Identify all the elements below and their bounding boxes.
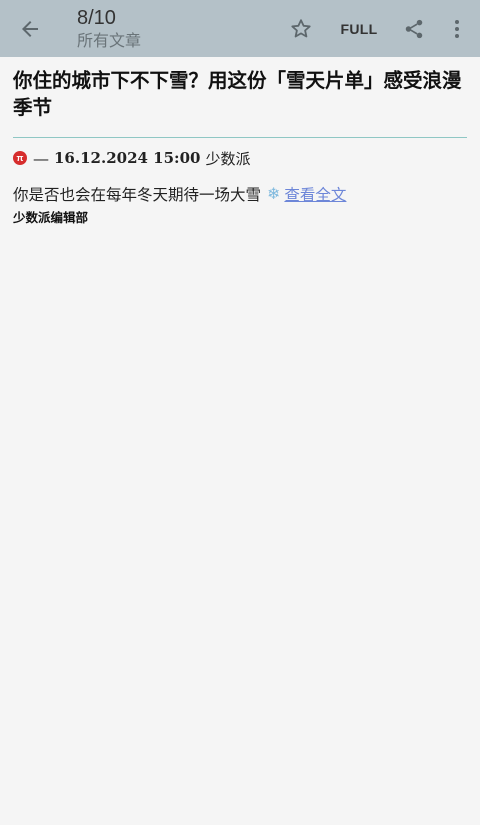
favorite-button[interactable] — [278, 0, 324, 57]
share-icon — [405, 19, 423, 38]
star-outline-icon — [291, 18, 311, 37]
article-author: 少数派编辑部 — [13, 211, 89, 225]
snowflake-icon: ❄ — [267, 186, 281, 203]
feed-filter-label: 所有文章 — [77, 32, 142, 50]
title-divider — [13, 137, 467, 138]
arrow-back-icon — [22, 20, 38, 37]
app-bar: 8/10 所有文章 FULL — [0, 0, 480, 57]
article-datetime: 16.12.2024 15:00 — [54, 149, 201, 167]
read-more-link[interactable]: 查看全文 — [284, 183, 346, 205]
article-meta: π — 16.12.2024 15:00 少数派 — [13, 147, 250, 169]
share-button[interactable] — [394, 0, 434, 57]
article-title: 你住的城市下不下雪？用这份「雪天片单」感受浪漫季节 — [13, 70, 462, 119]
feed-icon: π — [13, 151, 27, 165]
article-source: 少数派 — [205, 150, 251, 168]
article-summary: 你是否也会在每年冬天期待一场大雪 ❄ 查看全文 — [13, 183, 346, 205]
more-vert-icon — [455, 19, 459, 38]
full-text-button[interactable]: FULL — [324, 0, 394, 57]
article-content[interactable]: 你住的城市下不下雪？用这份「雪天片单」感受浪漫季节 π — 16.12.2024… — [0, 57, 480, 825]
meta-dash: — — [33, 148, 49, 168]
overflow-menu-button[interactable] — [434, 0, 480, 57]
summary-text: 你是否也会在每年冬天期待一场大雪 — [13, 187, 262, 204]
article-position: 8/10 — [77, 6, 116, 29]
appbar-titles: 8/10 所有文章 — [60, 6, 278, 52]
back-button[interactable] — [0, 0, 60, 57]
